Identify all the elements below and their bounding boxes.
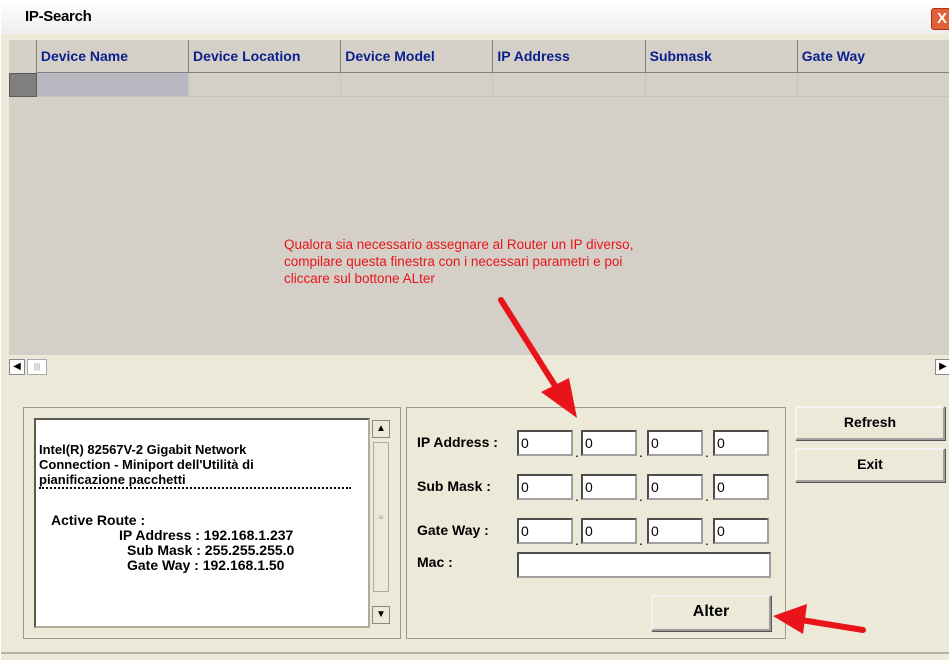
column-device-name[interactable]: Device Name [37,40,190,73]
mask-octet-1[interactable]: 0 [517,474,573,500]
mask-octet-2[interactable]: 0 [581,474,637,500]
exit-button[interactable]: Exit [795,448,945,482]
bottom-border [1,652,949,654]
table-cell[interactable] [493,73,646,97]
scroll-thumb[interactable]: ||| [27,359,47,375]
adapter-name-line: Connection - Miniport dell'Utilità di [39,457,254,472]
gate-way-label: Gate Way : [417,522,489,538]
octet-dot: . [639,532,643,548]
instruction-annotation: Qualora sia necessario assegnare al Rout… [284,236,633,287]
column-ip-address[interactable]: IP Address [493,40,646,73]
table-row[interactable] [9,73,949,97]
adapter-name-line: Intel(R) 82567V-2 Gigabit Network [39,442,247,457]
close-button[interactable]: X [931,8,949,30]
column-submask[interactable]: Submask [646,40,798,73]
grid-header: Device Name Device Location Device Model… [9,40,949,73]
column-gate-way[interactable]: Gate Way [798,40,949,73]
octet-dot: . [575,532,579,548]
octet-dot: . [575,488,579,504]
annotation-line: cliccare sul bottone ALter [284,271,435,286]
close-icon: X [936,10,947,27]
mac-label: Mac : [417,554,453,570]
right-arrow-icon[interactable]: ▶ [935,359,949,375]
table-cell[interactable] [645,73,798,97]
octet-dot: . [639,488,643,504]
adapter-name-line: pianificazione pacchetti [39,472,186,487]
octet-dot: . [705,532,709,548]
title-bar: IP-Search X [1,0,949,34]
gateway-octet-2[interactable]: 0 [581,518,637,544]
adapter-info-panel: Intel(R) 82567V-2 Gigabit Network Connec… [23,407,401,639]
row-selector[interactable] [9,73,37,97]
route-ip: IP Address : 192.168.1.237 [119,527,294,543]
window-title: IP-Search [25,8,92,25]
table-cell[interactable] [341,73,494,97]
device-grid[interactable]: Device Name Device Location Device Model… [9,40,949,355]
table-cell[interactable] [189,73,342,97]
active-route-label: Active Route : [51,512,146,528]
mac-field[interactable] [517,552,771,578]
vertical-scrollbar[interactable]: ▲ ≡ ▼ [372,418,392,628]
ip-search-window: IP-Search X Device Name Device Location … [0,0,949,660]
alter-button[interactable]: Alter [651,595,771,631]
ip-octet-3[interactable]: 0 [647,430,703,456]
ip-octet-1[interactable]: 0 [517,430,573,456]
octet-dot: . [575,444,579,460]
table-cell[interactable] [36,73,190,97]
column-device-location[interactable]: Device Location [189,40,342,73]
octet-dot: . [705,444,709,460]
gateway-octet-4[interactable]: 0 [713,518,769,544]
route-gateway: Gate Way : 192.168.1.50 [127,557,285,573]
up-arrow-icon[interactable]: ▲ [372,420,390,438]
ip-settings-panel: IP Address : 0 . 0 . 0 . 0 Sub Mask : 0 … [406,407,786,639]
gateway-octet-1[interactable]: 0 [517,518,573,544]
down-arrow-icon[interactable]: ▼ [372,606,390,624]
route-mask: Sub Mask : 255.255.255.0 [127,542,295,558]
sub-mask-label: Sub Mask : [417,478,491,494]
octet-dot: . [639,444,643,460]
red-arrow-icon [773,604,866,634]
mask-octet-3[interactable]: 0 [647,474,703,500]
column-device-model[interactable]: Device Model [341,40,494,73]
mask-octet-4[interactable]: 0 [713,474,769,500]
table-cell[interactable] [797,73,949,97]
adapter-info-textbox[interactable]: Intel(R) 82567V-2 Gigabit Network Connec… [34,418,370,628]
ip-address-label: IP Address : [417,434,498,450]
divider [39,487,351,493]
octet-dot: . [705,488,709,504]
annotation-line: compilare questa finestra con i necessar… [284,254,623,269]
ip-octet-4[interactable]: 0 [713,430,769,456]
left-arrow-icon[interactable]: ◀ [9,359,25,375]
annotation-line: Qualora sia necessario assegnare al Rout… [284,237,634,252]
scroll-thumb[interactable]: ≡ [373,442,389,592]
refresh-button[interactable]: Refresh [795,406,945,440]
grid-corner [9,40,37,73]
horizontal-scrollbar[interactable]: ◀ ||| ▶ [9,357,949,377]
gateway-octet-3[interactable]: 0 [647,518,703,544]
ip-octet-2[interactable]: 0 [581,430,637,456]
